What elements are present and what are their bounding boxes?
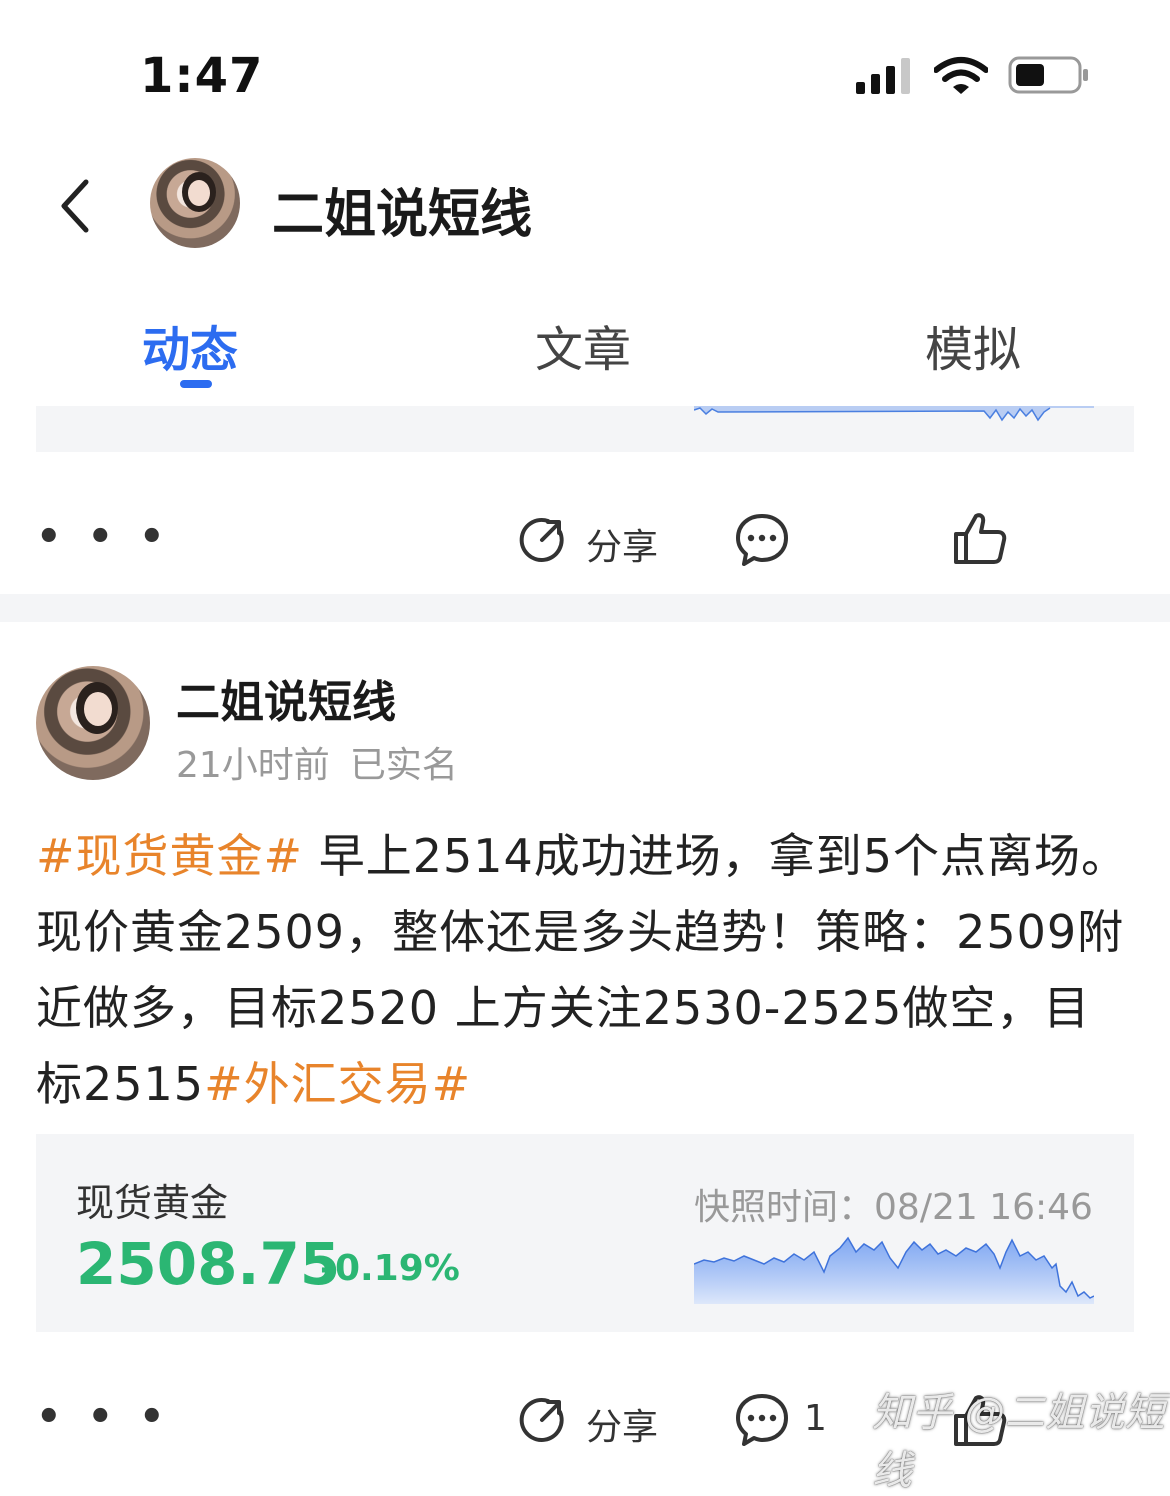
author-name[interactable]: 二姐说短线: [176, 666, 396, 730]
comment-icon[interactable]: [734, 512, 790, 568]
watermark: 知乎 @二姐说短线: [872, 1390, 1165, 1494]
tab-dynamics[interactable]: 动态: [142, 310, 238, 380]
verified-badge: 已实名: [349, 745, 458, 786]
wifi-icon: [934, 57, 988, 94]
snapshot-time: 快照时间：08/21 16:46: [694, 1178, 1093, 1230]
tab-articles[interactable]: 文章: [535, 310, 631, 380]
comment-count[interactable]: 1: [804, 1398, 827, 1439]
topic-tag[interactable]: #现货黄金#: [36, 829, 303, 883]
status-time: 1:47: [140, 48, 264, 104]
quote-change: -0.19%: [320, 1248, 460, 1289]
signal-icon: [856, 58, 910, 94]
back-icon[interactable]: [56, 178, 96, 234]
tab-simulation[interactable]: 模拟: [925, 310, 1021, 380]
share-icon[interactable]: [514, 1392, 570, 1448]
share-label[interactable]: 分享: [586, 1398, 658, 1450]
share-icon[interactable]: [514, 512, 570, 568]
like-icon[interactable]: [952, 510, 1008, 566]
snapshot-label: 快照时间：: [694, 1187, 875, 1228]
tab-active-indicator: [180, 380, 212, 388]
mini-chart-partial: [694, 406, 1094, 422]
snapshot-value: 08/21 16:46: [874, 1187, 1093, 1228]
post-meta: 21小时前 已实名: [176, 736, 458, 788]
avatar[interactable]: [150, 158, 240, 248]
post-time: 21小时前: [176, 745, 330, 786]
quote-name: 现货黄金: [76, 1181, 229, 1225]
author-avatar[interactable]: [36, 666, 150, 780]
more-button[interactable]: • • •: [36, 514, 171, 560]
post-content: #现货黄金# 早上2514成功进场，拿到5个点离场。现价黄金2509，整体还是多…: [36, 818, 1136, 1122]
page-title: 二姐说短线: [272, 185, 533, 245]
section-divider: [0, 594, 1170, 622]
battery-icon: [1008, 56, 1088, 94]
topic-tag[interactable]: #外汇交易#: [204, 1057, 471, 1111]
comment-icon[interactable]: [734, 1392, 790, 1448]
share-label[interactable]: 分享: [586, 518, 658, 570]
more-button[interactable]: • • •: [36, 1394, 171, 1440]
mini-chart: [694, 1236, 1094, 1304]
quote-price: 2508.75: [76, 1230, 341, 1298]
